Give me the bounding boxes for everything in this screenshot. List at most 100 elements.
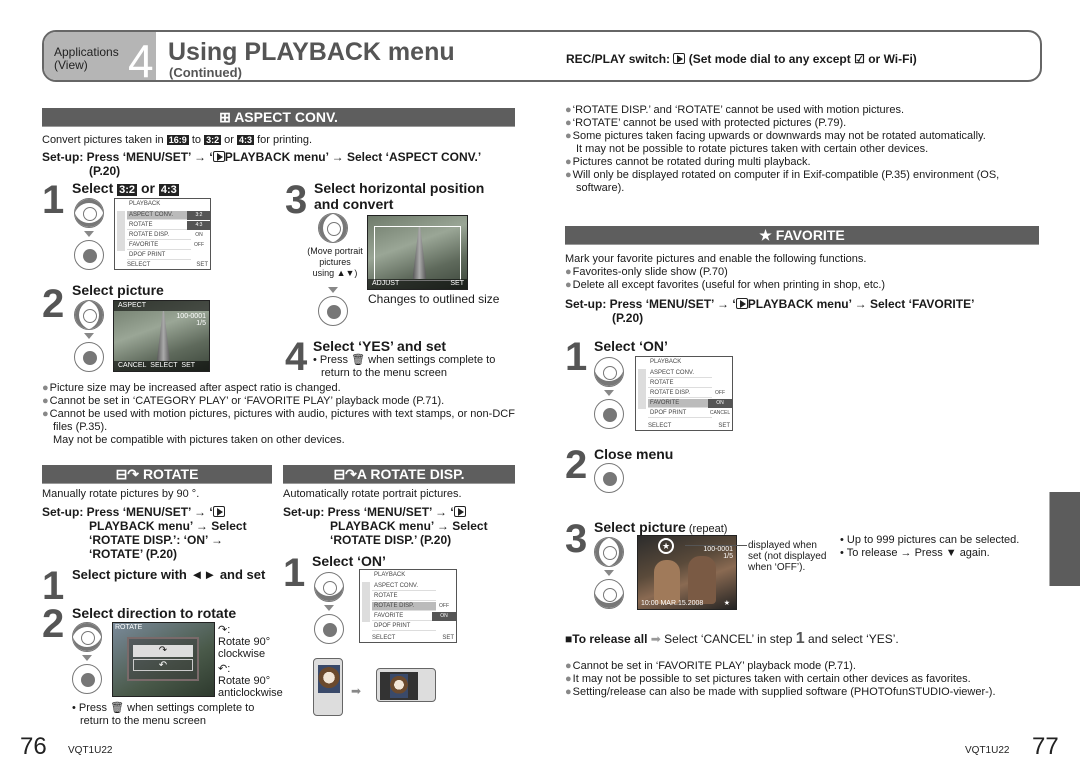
right-page-number: 77	[1032, 733, 1059, 760]
rotate-intro: Manually rotate pictures by 90 °.	[42, 488, 200, 500]
aspect-step4-note: • Press 🗑 when settings complete to retu…	[313, 354, 495, 380]
aspect-bullets: Picture size may be increased after aspe…	[42, 382, 522, 447]
cw-label-b: clockwise	[218, 648, 266, 660]
rotate-cw-icon: ↷:	[218, 624, 231, 636]
arrow-down-icon	[324, 605, 334, 611]
screen-bottom-bar: CANCEL SELECT SET	[114, 361, 209, 371]
mode-or: or	[868, 52, 881, 66]
arrow-down-icon	[328, 287, 338, 293]
favorite-step3-title-text: Select picture	[594, 519, 686, 535]
favorite-bullet: Favorites-only slide show (P.70)	[565, 266, 1045, 279]
favorite-tip: • Up to 999 pictures can be selected.	[840, 534, 1020, 546]
aspect-conv-heading-text: ASPECT CONV.	[234, 109, 338, 125]
arrow-down-icon	[82, 655, 92, 661]
menu-item-aspect-conv: ASPECT CONV.	[372, 582, 436, 591]
setup-line: ‘ROTATE DISP.’ (P.20)	[330, 533, 452, 547]
aspect-step3-title-b: and convert	[314, 196, 394, 212]
trash-icon: 🗑	[110, 702, 125, 714]
menu-item-aspect-conv: ASPECT CONV.	[648, 369, 712, 378]
favorite-bottom-notes: Cannot be set in ‘FAVORITE PLAY’ playbac…	[565, 660, 1045, 699]
aspect-intro-to: to	[191, 134, 201, 146]
person-left	[654, 560, 680, 604]
favorite-tip: • To release → Press ▼ again.	[840, 547, 990, 559]
control-dial-set	[318, 296, 348, 326]
favorite-bullet: Delete all except favorites (useful for …	[565, 279, 1045, 292]
rotate-step1-number: 1	[42, 564, 65, 608]
menu-select-label: SELECT	[372, 635, 396, 641]
menu-side-tabs	[117, 211, 125, 251]
favorite-menu-screen: PLAYBACK ASPECT CONV. ROTATE ROTATE DISP…	[635, 356, 733, 431]
rotate-disp-step1-title: Select ‘ON’	[312, 553, 386, 569]
screen-file-number: 100-0001	[176, 313, 206, 320]
rotate-note-cont: It may not be possible to rotate picture…	[576, 143, 929, 155]
aspect-step3-note: (Move portrait pictures using ▲▼)	[305, 246, 365, 279]
menu-header: PLAYBACK	[374, 572, 406, 578]
playback-icon	[673, 53, 686, 64]
aspect-step1-number: 1	[42, 178, 65, 222]
menu-item-dpof-print: DPOF PRINT	[127, 251, 191, 260]
release-text-b: and select ‘YES’.	[808, 632, 899, 646]
rotate-note-item: Some pictures taken facing upwards or do…	[565, 130, 1045, 143]
rotate-note-item: Will only be displayed rotated on comput…	[565, 169, 1045, 182]
star-icon: ★	[723, 600, 730, 607]
option-cancel: CANCEL	[709, 410, 731, 416]
playback-icon	[453, 506, 466, 517]
note-b: when settings complete to	[368, 354, 496, 366]
setup-line: PLAYBACK menu’ → Select	[330, 519, 488, 533]
favorite-value: OFF	[194, 242, 204, 248]
rotate-select-screen: ROTATE ↷ ↶	[112, 622, 215, 697]
control-dial-set	[74, 342, 104, 372]
setup-line: ‘ROTATE’ (P.20)	[89, 547, 178, 561]
favorite-heading-text: FAVORITE	[775, 227, 845, 243]
screen-cancel-label: CANCEL	[118, 362, 147, 369]
favorite-intro-block: Mark your favorite pictures and enable t…	[565, 253, 1045, 292]
release-all-label: ■To release all	[565, 632, 648, 646]
release-all-line: ■To release all ➡ Select ‘CANCEL’ in ste…	[565, 630, 899, 648]
menu-set-label: SET	[196, 262, 208, 268]
favorite-step3-title: Select picture (repeat)	[594, 519, 727, 536]
option-on: ON	[708, 399, 732, 408]
playback-icon	[212, 151, 225, 162]
rotate-disp-menu-screen: PLAYBACK ASPECT CONV. ROTATE ROTATE DISP…	[359, 569, 457, 643]
arrow-down-icon	[84, 231, 94, 237]
mode-text: (Set mode dial to any except	[688, 52, 851, 66]
dog-photo	[318, 665, 340, 693]
rotate-note-item: ‘ROTATE DISP.’ and ‘ROTATE’ cannot be us…	[565, 104, 1045, 117]
railway-track	[156, 311, 171, 361]
aspect-setup-b: PLAYBACK menu’ → Select ‘ASPECT CONV.’	[224, 150, 482, 164]
menu-item-favorite: FAVORITE	[648, 399, 712, 408]
menu-item-dpof-print: DPOF PRINT	[648, 409, 712, 418]
camera-landscape-illustration	[376, 668, 436, 702]
note-line-a: (Move portrait	[307, 246, 363, 256]
star-icon: ★	[759, 227, 772, 243]
aspect-step3-title: Select horizontal position and convert	[314, 180, 484, 212]
favorite-setup: Set-up: Press ‘MENU/SET’ → ‘ PLAYBACK men…	[565, 297, 974, 325]
menu-item-rotate-disp: ROTATE DISP.	[372, 602, 436, 611]
menu-header: PLAYBACK	[129, 201, 161, 207]
camera-portrait-illustration	[313, 658, 343, 716]
favorite-step1-number: 1	[565, 335, 588, 379]
control-dial-leftright	[74, 300, 104, 330]
dog-photo	[390, 674, 408, 698]
rotate-disp-icon: ⊟↷A	[333, 466, 367, 482]
favorite-step2-number: 2	[565, 443, 588, 487]
note-c: return to the menu screen	[80, 715, 206, 727]
setup-line: PLAYBACK menu’ → Select	[89, 519, 247, 533]
chapter-number: 4	[128, 35, 154, 82]
aspect-conv-icon: ⊞	[219, 109, 231, 125]
aspect-bullet: Cannot be used with motion pictures, pic…	[42, 408, 522, 434]
menu-set-label: SET	[442, 635, 454, 641]
aspect-intro: Convert pictures taken in 16:9 to 3:2 or…	[42, 134, 312, 147]
outline-frame	[374, 226, 461, 281]
menu-side-tabs	[638, 369, 646, 409]
control-dial-set	[72, 664, 102, 694]
arrow-down-icon	[604, 570, 614, 576]
person-right	[688, 556, 716, 604]
right-doc-code: VQT1U22	[965, 745, 1010, 756]
aspect-bullet: Picture size may be increased after aspe…	[42, 382, 522, 395]
aspect-setup: Set-up: Press ‘MENU/SET’ → ‘ PLAYBACK men…	[42, 150, 481, 178]
screen-top-label: ROTATE	[115, 624, 143, 631]
arrow-right-icon: ➡	[351, 684, 362, 698]
rotate-cw-label: ↷: Rotate 90° clockwise	[218, 624, 270, 660]
rotate-disp-heading-text: ROTATE DISP.	[370, 466, 465, 482]
